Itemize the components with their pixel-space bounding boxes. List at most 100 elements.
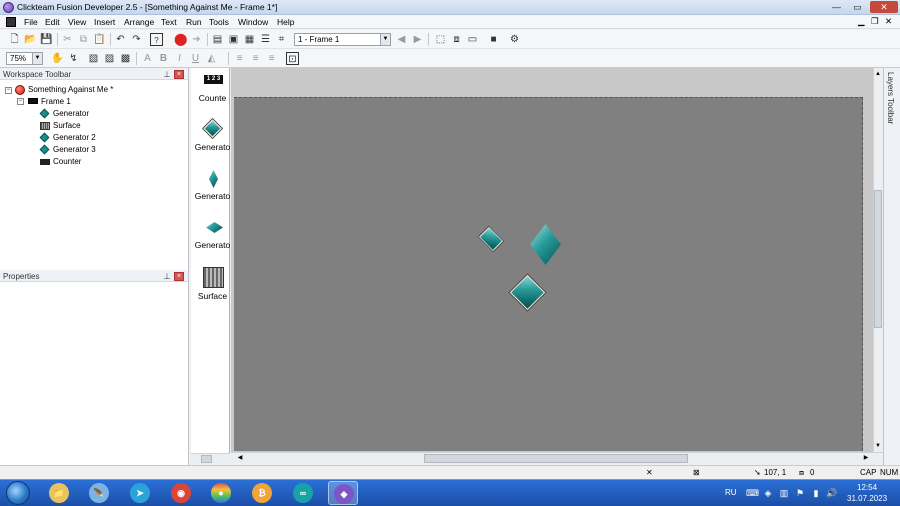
counter-icon[interactable]: 1 2 3 xyxy=(204,75,223,84)
hand-icon[interactable]: ✋ xyxy=(51,52,64,65)
horizontal-scroll-thumb[interactable] xyxy=(424,454,688,463)
align-left-icon[interactable]: ≡ xyxy=(233,52,246,65)
data-elements-icon[interactable]: ⌗ xyxy=(275,33,288,46)
next-frame-icon[interactable]: ▶ xyxy=(411,33,424,46)
document-icon[interactable] xyxy=(6,17,16,27)
scroll-down-icon[interactable]: ▼ xyxy=(874,442,882,450)
pin-icon[interactable]: ⊥ xyxy=(163,70,171,79)
tree-object[interactable]: Generator 2 xyxy=(53,133,96,145)
cut-icon[interactable]: ✂ xyxy=(61,33,74,46)
menu-run[interactable]: Run xyxy=(186,17,202,27)
menu-window[interactable]: Window xyxy=(238,17,268,27)
tray-app-icon[interactable]: ◈ xyxy=(763,488,773,498)
panel-close-icon[interactable]: × xyxy=(174,70,184,79)
strip-object-label[interactable]: Surface xyxy=(193,291,232,301)
menu-view[interactable]: View xyxy=(68,17,86,27)
bold-icon[interactable]: B xyxy=(157,52,170,65)
taskbar-app-pinned[interactable]: 🪶 xyxy=(84,481,114,505)
menu-edit[interactable]: Edit xyxy=(45,17,60,27)
stop-icon[interactable]: ⬤ xyxy=(174,33,187,46)
undo-icon[interactable]: ↶ xyxy=(114,33,127,46)
battery-icon[interactable]: ▮ xyxy=(811,488,821,498)
pin-icon[interactable]: ⊥ xyxy=(163,272,171,281)
layers-toolbar-label[interactable]: Layers Toolbar xyxy=(886,72,895,124)
italic-icon[interactable]: I xyxy=(173,52,186,65)
language-indicator[interactable]: RU xyxy=(725,488,737,497)
strip-scroll-thumb[interactable] xyxy=(201,455,212,463)
window-icon[interactable]: ⧈ xyxy=(450,33,463,46)
color-icon[interactable]: ◭ xyxy=(205,52,218,65)
menu-arrange[interactable]: Arrange xyxy=(124,17,154,27)
taskbar-app-clickteam[interactable]: ◈ xyxy=(328,481,358,505)
collapse-icon[interactable]: − xyxy=(17,98,24,105)
collapse-icon[interactable]: − xyxy=(5,87,12,94)
event-list-icon[interactable]: ☰ xyxy=(259,33,272,46)
taskbar-app-multicolor[interactable]: ● xyxy=(206,481,236,505)
strip-object-label[interactable]: Counte xyxy=(193,93,232,103)
align-right-icon[interactable]: ≡ xyxy=(265,52,278,65)
surface-icon[interactable] xyxy=(203,267,224,288)
save-icon[interactable]: 💾 xyxy=(40,33,53,46)
frame-select[interactable]: 1 - Frame 1 ▼ xyxy=(294,33,391,46)
vertical-scroll-thumb[interactable] xyxy=(874,190,882,328)
storyboard-icon[interactable]: ▤ xyxy=(211,33,224,46)
start-button[interactable] xyxy=(6,481,30,505)
panel-close-icon[interactable]: × xyxy=(174,272,184,281)
chevron-down-icon[interactable]: ▼ xyxy=(380,34,390,45)
tree-object[interactable]: Generator 3 xyxy=(53,145,96,157)
tree-object[interactable]: Generator xyxy=(53,109,89,121)
clock-date[interactable]: 31.07.2023 xyxy=(847,494,887,503)
network-icon[interactable]: ▥ xyxy=(779,488,789,498)
align-center-icon[interactable]: ≡ xyxy=(249,52,262,65)
open-icon[interactable]: 📂 xyxy=(24,33,37,46)
scroll-left-icon[interactable]: ◀ xyxy=(236,454,244,463)
scroll-up-icon[interactable]: ▲ xyxy=(874,70,882,78)
taskbar-app-arduino[interactable]: ∞ xyxy=(288,481,318,505)
play-icon[interactable]: ➜ xyxy=(190,33,203,46)
strip-object-label[interactable]: Generato xyxy=(193,240,232,250)
underline-icon[interactable]: U xyxy=(189,52,202,65)
menu-insert[interactable]: Insert xyxy=(94,17,115,27)
menu-text[interactable]: Text xyxy=(161,17,177,27)
taskbar-app-telegram[interactable]: ➤ xyxy=(125,481,155,505)
tree-object[interactable]: Counter xyxy=(53,157,81,169)
keyboard-icon[interactable]: ⌨ xyxy=(746,488,759,498)
scroll-right-icon[interactable]: ▶ xyxy=(862,454,870,463)
taskbar-app-chrome[interactable]: ◉ xyxy=(166,481,196,505)
new-icon[interactable]: 🗋 xyxy=(8,33,21,46)
tree-app-name[interactable]: Something Against Me * xyxy=(28,85,113,97)
menu-help[interactable]: Help xyxy=(277,17,294,27)
black-square-icon[interactable]: ■ xyxy=(487,33,500,46)
playfield[interactable] xyxy=(234,97,863,451)
redo-icon[interactable]: ↷ xyxy=(130,33,143,46)
help-icon[interactable]: ? xyxy=(150,33,163,46)
zoom-select[interactable]: 75% ▼ xyxy=(6,52,43,65)
paste-icon[interactable]: 📋 xyxy=(93,33,106,46)
event-editor-icon[interactable]: ▦ xyxy=(243,33,256,46)
inner-close-button[interactable]: ✕ xyxy=(885,16,892,27)
tree-object[interactable]: Surface xyxy=(53,121,81,133)
volume-icon[interactable]: 🔊 xyxy=(826,488,837,498)
maximize-button[interactable]: ▭ xyxy=(847,1,868,13)
clock-time[interactable]: 12:54 xyxy=(857,483,877,492)
strip-object-label[interactable]: Generato xyxy=(193,191,232,201)
grid-icon[interactable]: ▧ xyxy=(87,52,100,65)
close-button[interactable]: ✕ xyxy=(870,1,898,13)
font-icon[interactable]: A xyxy=(141,52,154,65)
inner-minimize-button[interactable]: ▁ xyxy=(858,16,865,27)
strip-object-label[interactable]: Generato xyxy=(193,142,232,152)
taskbar-app-bitcoin[interactable]: ₿ xyxy=(247,481,277,505)
copy-icon[interactable]: ⧉ xyxy=(77,33,90,46)
settings-icon[interactable]: ⚙ xyxy=(508,33,521,46)
chevron-down-icon[interactable]: ▼ xyxy=(32,53,42,64)
taskbar-app-explorer[interactable]: 📁 xyxy=(44,481,74,505)
minimize-button[interactable]: — xyxy=(826,1,847,13)
tree-frame-name[interactable]: Frame 1 xyxy=(41,97,71,109)
window-icon-2[interactable]: ▭ xyxy=(466,33,479,46)
snap-icon[interactable]: ▩ xyxy=(119,52,132,65)
layout-icon[interactable]: ⬚ xyxy=(434,33,447,46)
fit-icon[interactable]: ⊡ xyxy=(286,52,299,65)
flag-icon[interactable]: ⚑ xyxy=(795,488,805,498)
previous-frame-icon[interactable]: ◀ xyxy=(395,33,408,46)
pick-icon[interactable]: ↯ xyxy=(67,52,80,65)
